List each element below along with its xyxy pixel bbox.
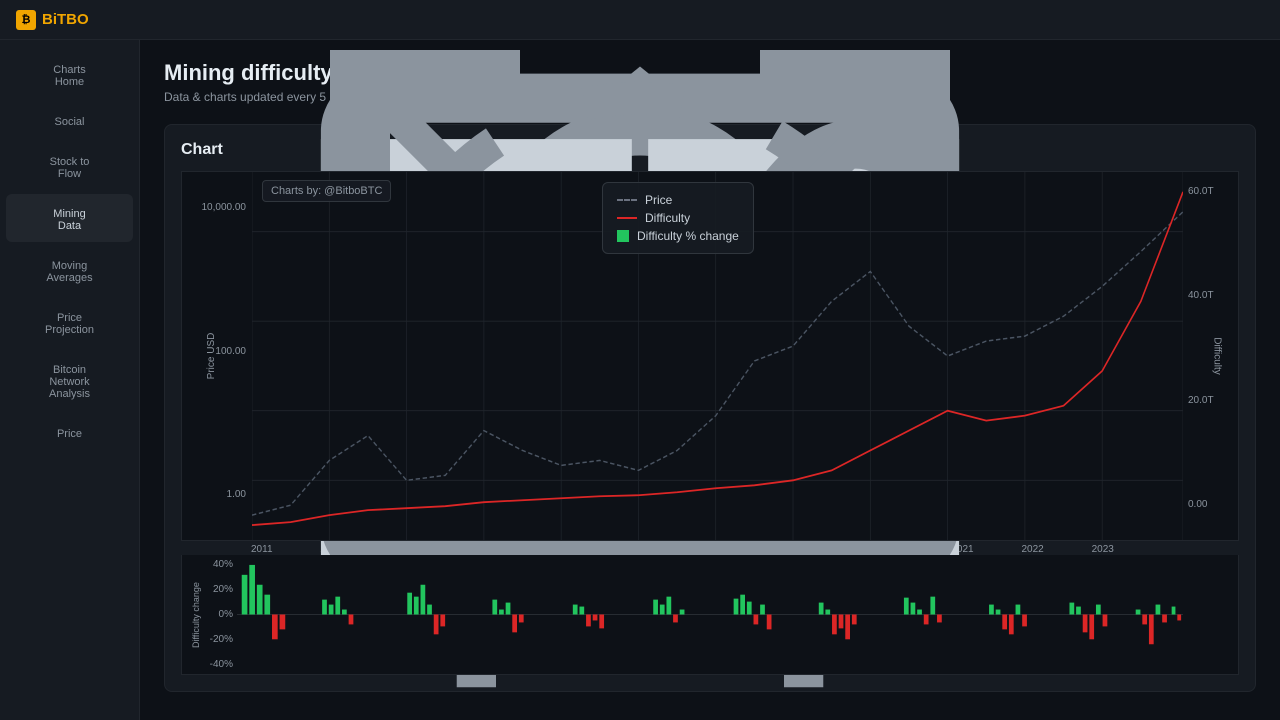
y-right-title: Difficulty xyxy=(1212,337,1223,375)
content-area: Mining difficulty Data & charts updated … xyxy=(140,40,1280,720)
chart-header: Chart xyxy=(181,141,1239,159)
legend-difficulty-label: Difficulty xyxy=(645,211,690,225)
diff-chart: 40% 20% 0% -20% -40% Difficulty change xyxy=(181,555,1239,675)
y-right-val-2: 40.0T xyxy=(1188,290,1234,301)
y-left-title: Price USD xyxy=(206,333,217,380)
legend-price-label: Price xyxy=(645,193,672,207)
y-left-val-1: 10,000.00 xyxy=(186,202,246,213)
legend-price-line xyxy=(617,199,637,201)
legend-diff-change-square xyxy=(617,230,629,242)
charts-by-label: Charts by: @BitboBTC xyxy=(262,180,391,202)
main-layout: ChartsHome Social Stock toFlow xyxy=(0,40,1280,720)
legend-price: Price xyxy=(617,193,739,207)
fullscreen-button[interactable] xyxy=(1231,146,1239,154)
legend-box: Price Difficulty Difficulty % change xyxy=(602,182,754,254)
diff-y-label: Difficulty change xyxy=(191,580,201,650)
y-right-val-3: 20.0T xyxy=(1188,395,1234,406)
diff-y-minus40: -40% xyxy=(186,659,233,670)
chart-card: Chart xyxy=(164,124,1256,692)
y-left-val-3: 1.00 xyxy=(186,489,246,500)
y-right-val-4: 0.00 xyxy=(1188,499,1234,510)
y-right-val-1: 60.0T xyxy=(1188,186,1234,197)
diff-y-40: 40% xyxy=(186,559,233,570)
main-chart: 10,000.00 100.00 1.00 Price USD 60.0T 40… xyxy=(181,171,1239,541)
legend-difficulty-change: Difficulty % change xyxy=(617,229,739,243)
legend-diff-change-label: Difficulty % change xyxy=(637,229,739,243)
legend-difficulty-line xyxy=(617,217,637,219)
legend-difficulty: Difficulty xyxy=(617,211,739,225)
